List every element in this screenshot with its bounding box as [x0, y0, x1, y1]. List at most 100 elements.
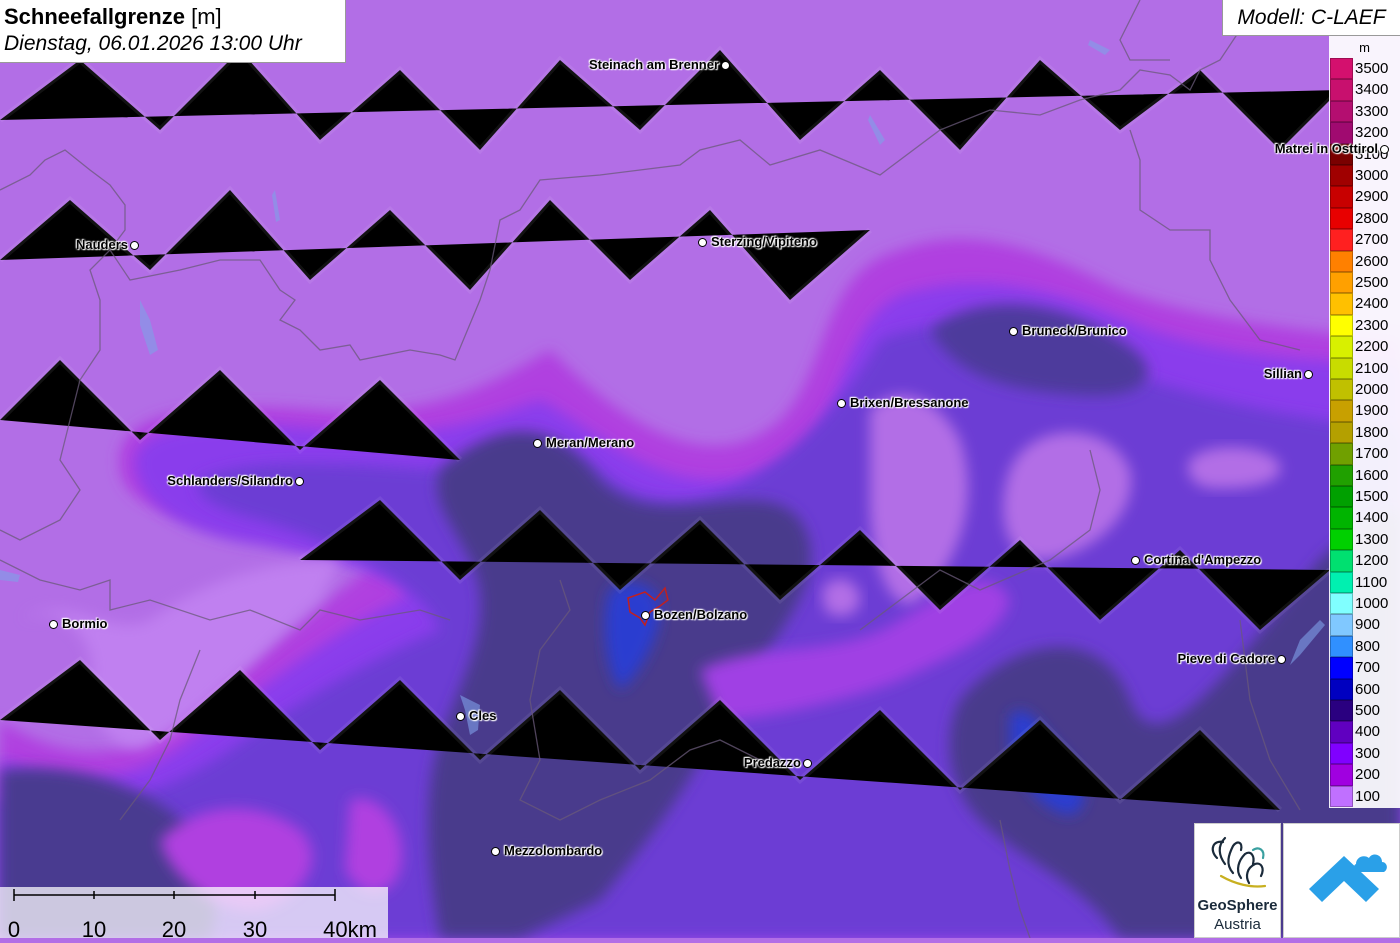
legend-label: 1700 [1355, 445, 1389, 463]
place-label: Predazzo [743, 755, 801, 770]
legend-label: 1300 [1355, 530, 1389, 548]
legend-swatch [1330, 635, 1353, 658]
legend-row: 1200 [1329, 550, 1400, 572]
place-marker[interactable] [837, 399, 846, 408]
place-marker[interactable] [698, 238, 707, 247]
legend-swatch [1330, 742, 1353, 765]
legend-row: 1800 [1329, 421, 1400, 444]
place-marker[interactable] [533, 439, 542, 448]
place-marker[interactable] [1131, 556, 1140, 565]
legend-label: 800 [1355, 637, 1381, 655]
legend-row: 2300 [1329, 314, 1400, 337]
place-label: Mezzolombardo [504, 843, 603, 858]
legend-swatch [1330, 186, 1353, 208]
place-label: Bormio [62, 616, 108, 631]
place-marker[interactable] [491, 847, 500, 856]
place-marker[interactable] [641, 611, 650, 620]
legend-row: 2500 [1329, 272, 1400, 294]
legend-row: 100 [1329, 785, 1400, 807]
place-marker[interactable] [130, 241, 139, 250]
legend-row: 900 [1329, 614, 1400, 636]
place-marker[interactable] [49, 620, 58, 629]
legend-swatch [1330, 528, 1353, 551]
place-label: Bruneck/Brunico [1022, 323, 1127, 338]
place-label: Meran/Merano [546, 435, 635, 450]
legend-label: 1600 [1355, 466, 1389, 484]
legend-label: 2100 [1355, 359, 1389, 377]
legend-label: 2300 [1355, 316, 1389, 334]
legend-swatch [1330, 229, 1353, 251]
legend-swatch [1330, 250, 1353, 272]
scale-label-0: 0 [7, 917, 21, 942]
legend-label: 3000 [1355, 167, 1389, 184]
legend-label: 600 [1355, 680, 1381, 698]
legend-label: 2200 [1355, 338, 1389, 356]
legend-label: 1400 [1355, 509, 1389, 527]
legend-row: 1600 [1329, 464, 1400, 486]
place-label: Schlanders/Silandro [167, 473, 293, 488]
legend-row: 2600 [1329, 250, 1400, 272]
legend-label: 2900 [1355, 188, 1389, 206]
legend-unit: m [1359, 40, 1370, 55]
legend-row: 1900 [1329, 400, 1400, 422]
legend-swatch [1330, 314, 1353, 337]
place-label: Pieve di Cadore [1177, 651, 1275, 666]
legend-label: 1800 [1355, 423, 1389, 441]
place-marker[interactable] [456, 712, 465, 721]
place-label: Nauders [75, 237, 128, 252]
map-title-unit: [m] [191, 4, 222, 29]
place-label: Bozen/Bolzano [654, 607, 748, 622]
scale-label-40km: 40km [323, 917, 377, 942]
partner-logo[interactable] [1283, 823, 1400, 938]
place-marker[interactable] [803, 759, 812, 768]
model-label: Modell: C-LAEF [1222, 0, 1400, 36]
blue-arrow-cloud-logo-icon [1309, 854, 1387, 902]
place-marker[interactable] [1304, 370, 1313, 379]
place-marker[interactable] [1277, 655, 1286, 664]
legend-label: 2600 [1355, 252, 1389, 270]
legend-row: 3300 [1329, 100, 1400, 123]
place-label: Brixen/Bressanone [850, 395, 969, 410]
legend-label: 3300 [1355, 102, 1389, 120]
place-marker[interactable] [1380, 145, 1389, 154]
map-canvas[interactable] [0, 0, 1400, 938]
legend-swatch [1330, 721, 1353, 743]
legend-swatch [1330, 507, 1353, 529]
legend-row: 3500 [1329, 58, 1400, 80]
legend-row: 2900 [1329, 186, 1400, 208]
forecast-datetime: Dienstag, 06.01.2026 13:00 Uhr [4, 32, 302, 55]
legend-swatch [1330, 550, 1353, 572]
place-marker[interactable] [1009, 327, 1018, 336]
legend-swatch [1330, 207, 1353, 230]
legend-label: 100 [1355, 787, 1381, 805]
place-label: Steinach am Brenner [588, 57, 719, 72]
legend-swatch [1330, 336, 1353, 358]
legend-label: 400 [1355, 723, 1381, 741]
legend-swatch [1330, 58, 1353, 80]
legend-label: 900 [1355, 616, 1381, 634]
legend-swatch [1330, 785, 1353, 807]
legend-row: 2100 [1329, 357, 1400, 379]
geosphere-logo-icon [1211, 836, 1267, 888]
legend-row: 2700 [1329, 229, 1400, 251]
legend-label: 2700 [1355, 231, 1389, 249]
legend-swatch [1330, 486, 1353, 508]
legend-label: 300 [1355, 744, 1381, 762]
legend-row: 600 [1329, 678, 1400, 700]
map-title-text: Schneefallgrenze [4, 4, 185, 29]
place-label: Matrei in Osttirol [1274, 141, 1378, 156]
scale-label-10: 10 [81, 917, 107, 942]
place-marker[interactable] [295, 477, 304, 486]
scale-bar: 0 10 20 30 40km [0, 887, 388, 942]
geosphere-logo[interactable]: GeoSphere Austria [1194, 823, 1281, 938]
legend-swatch [1330, 464, 1353, 486]
place-label: Sillian [1263, 366, 1302, 381]
legend-row: 3400 [1329, 79, 1400, 101]
legend-row: 1400 [1329, 507, 1400, 529]
legend-row: 3000 [1329, 165, 1400, 187]
legend-label: 1500 [1355, 488, 1389, 505]
legend-row: 200 [1329, 764, 1400, 786]
scale-label-30: 30 [242, 917, 268, 942]
legend-row: 1000 [1329, 593, 1400, 615]
place-marker[interactable] [721, 61, 730, 70]
